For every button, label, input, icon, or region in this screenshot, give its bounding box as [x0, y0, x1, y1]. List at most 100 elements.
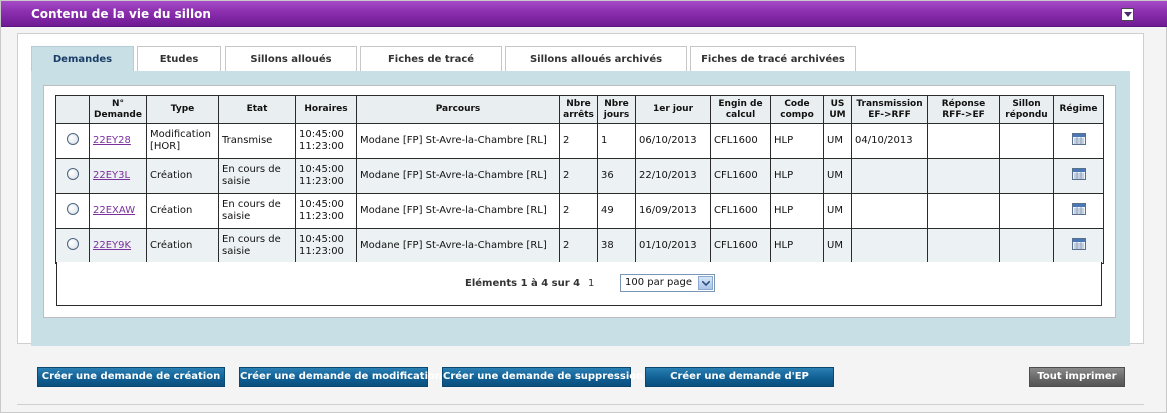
header-premier-jour[interactable]: 1er jour [635, 95, 711, 124]
numero-cell: 22EXAW [89, 193, 147, 229]
parcours-cell: Modane [FP] St-Avre-la-Chambre [RL] [356, 123, 560, 159]
demande-link[interactable]: 22EY28 [93, 135, 131, 146]
type-cell: Création [146, 158, 219, 194]
calendar-table-icon[interactable] [1071, 133, 1086, 145]
page-number-link[interactable]: 1 [588, 278, 594, 289]
create-ep-request-button[interactable]: Créer une demande d'EP [645, 367, 834, 387]
code-compo-cell: HLP [770, 228, 824, 264]
header-parcours[interactable]: Parcours [356, 95, 560, 124]
table-row: 22EY9K Création En cours de saisie 10:45… [55, 228, 1104, 264]
etat-cell: En cours de saisie [218, 228, 296, 264]
code-compo-cell: HLP [770, 123, 824, 159]
nbre-arrets-cell: 2 [559, 123, 598, 159]
demande-link[interactable]: 22EXAW [93, 205, 135, 216]
us-um-cell: UM [823, 228, 852, 264]
row-select-cell [55, 123, 90, 159]
header-code-compo[interactable]: Code compo [770, 95, 824, 124]
header-etat[interactable]: Etat [218, 95, 296, 124]
row-select-radio[interactable] [66, 238, 79, 250]
create-suppression-request-button[interactable]: Créer une demande de suppression [442, 367, 643, 387]
nbre-jours-cell: 38 [597, 228, 636, 264]
header-type[interactable]: Type [146, 95, 219, 124]
create-creation-request-button[interactable]: Créer une demande de création [37, 367, 225, 387]
type-cell: Création [146, 228, 219, 264]
nbre-jours-cell: 36 [597, 158, 636, 194]
header-nbre-arrets[interactable]: Nbre arrêts [559, 95, 598, 124]
header-us-um[interactable]: US UM [823, 95, 852, 124]
nbre-arrets-cell: 2 [559, 228, 598, 264]
row-select-radio[interactable] [66, 203, 79, 215]
panel-titlebar: Contenu de la vie du sillon [1, 1, 1167, 27]
tab-demandes[interactable]: Demandes [31, 46, 134, 71]
header-transmission[interactable]: Transmission EF->RFF [851, 95, 928, 124]
pagination-bar: Eléments 1 à 4 sur 4 1 100 par page [56, 262, 1102, 306]
code-compo-cell: HLP [770, 158, 824, 194]
transmission-cell: 04/10/2013 [851, 123, 928, 159]
etat-cell: En cours de saisie [218, 193, 296, 229]
row-select-radio[interactable] [66, 168, 79, 180]
tab-fiches-de-trace[interactable]: Fiches de tracé [360, 46, 502, 71]
numero-cell: 22EY3L [89, 158, 147, 194]
nbre-arrets-cell: 2 [559, 158, 598, 194]
reponse-cell [927, 193, 1000, 229]
tab-etudes[interactable]: Etudes [137, 46, 221, 71]
horaires-cell: 10:45:00 11:23:00 [295, 158, 357, 194]
engin-cell: CFL1600 [710, 123, 771, 159]
type-cell: Modification [HOR] [146, 123, 219, 159]
header-horaires[interactable]: Horaires [295, 95, 357, 124]
header-reponse[interactable]: Réponse RFF->EF [927, 95, 1000, 124]
sillon-repondu-cell [999, 193, 1054, 229]
chevron-down-icon [1124, 12, 1132, 17]
tab-fiches-de-trace-archivees[interactable]: Fiches de tracé archivées [690, 46, 856, 71]
code-compo-cell: HLP [770, 193, 824, 229]
collapse-panel-button[interactable] [1121, 8, 1134, 21]
premier-jour-cell: 01/10/2013 [635, 228, 711, 264]
calendar-table-icon[interactable] [1071, 238, 1086, 250]
row-select-cell [55, 228, 90, 264]
header-nbre-jours[interactable]: Nbre jours [597, 95, 636, 124]
row-select-radio[interactable] [66, 133, 79, 145]
etat-cell: Transmise [218, 123, 296, 159]
header-regime[interactable]: Régime [1053, 95, 1104, 124]
per-page-value: 100 par page [625, 277, 693, 288]
tab-sillons-alloues[interactable]: Sillons alloués [225, 46, 357, 71]
create-modification-request-button[interactable]: Créer une demande de modification [239, 367, 442, 387]
nbre-arrets-cell: 2 [559, 193, 598, 229]
nbre-jours-cell: 1 [597, 123, 636, 159]
transmission-cell [851, 228, 928, 264]
premier-jour-cell: 16/09/2013 [635, 193, 711, 229]
horaires-cell: 10:45:00 11:23:00 [295, 193, 357, 229]
parcours-cell: Modane [FP] St-Avre-la-Chambre [RL] [356, 228, 560, 264]
regime-cell [1053, 123, 1104, 159]
demande-link[interactable]: 22EY9K [93, 240, 131, 251]
premier-jour-cell: 22/10/2013 [635, 158, 711, 194]
tab-sillons-alloues-archives[interactable]: Sillons alloués archivés [505, 46, 687, 71]
regime-cell [1053, 193, 1104, 229]
header-numero[interactable]: N° Demande [89, 95, 147, 124]
regime-cell [1053, 158, 1104, 194]
premier-jour-cell: 06/10/2013 [635, 123, 711, 159]
etat-cell: En cours de saisie [218, 158, 296, 194]
table-header-row: N° Demande Type Etat Horaires Parcours N… [55, 95, 1104, 124]
sillon-repondu-cell [999, 123, 1054, 159]
nbre-jours-cell: 49 [597, 193, 636, 229]
numero-cell: 22EY9K [89, 228, 147, 264]
table-row: 22EXAW Création En cours de saisie 10:45… [55, 193, 1104, 229]
us-um-cell: UM [823, 193, 852, 229]
header-sillon-repondu[interactable]: Sillon répondu [999, 95, 1054, 124]
bottom-divider [17, 404, 1144, 405]
header-engin[interactable]: Engin de calcul [710, 95, 771, 124]
regime-cell [1053, 228, 1104, 264]
header-select [55, 95, 90, 124]
per-page-select[interactable]: 100 par page [620, 274, 715, 292]
print-all-button[interactable]: Tout imprimer [1029, 367, 1125, 387]
calendar-table-icon[interactable] [1071, 168, 1086, 180]
pagination-info: Eléments 1 à 4 sur 4 [465, 278, 581, 289]
calendar-table-icon[interactable] [1071, 203, 1086, 215]
transmission-cell [851, 158, 928, 194]
engin-cell: CFL1600 [710, 158, 771, 194]
dropdown-arrow-icon[interactable] [698, 276, 713, 290]
demande-link[interactable]: 22EY3L [93, 170, 130, 181]
engin-cell: CFL1600 [710, 193, 771, 229]
demandes-table: N° Demande Type Etat Horaires Parcours N… [55, 95, 1104, 264]
